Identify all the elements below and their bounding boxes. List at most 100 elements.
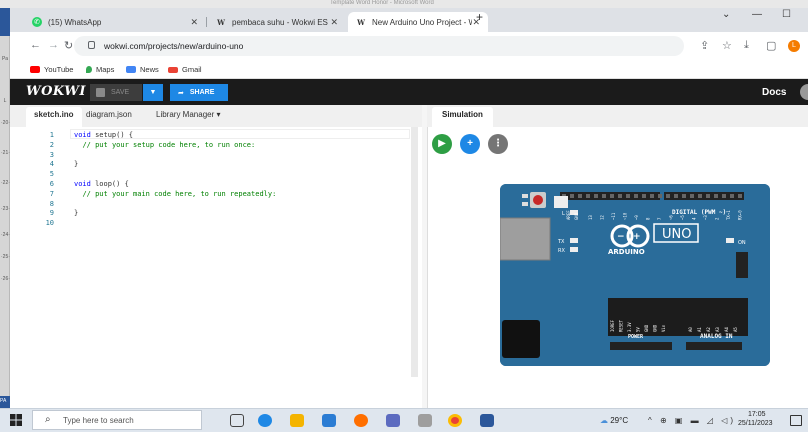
close-icon[interactable]: ✕ bbox=[330, 17, 338, 28]
download-icon[interactable]: ⤓ bbox=[744, 39, 749, 52]
ruler-mark: ·20· bbox=[1, 120, 10, 126]
line-number: 1 bbox=[49, 131, 54, 139]
task-view-icon[interactable] bbox=[230, 414, 244, 427]
share-button[interactable]: ➦ SHARE bbox=[170, 84, 228, 101]
tab-diagram-json[interactable]: diagram.json bbox=[86, 110, 132, 119]
code-line[interactable]: void setup() { bbox=[74, 131, 133, 139]
edge-icon[interactable] bbox=[258, 414, 272, 427]
arduino-uno-board[interactable]: − + UNO ARDUINO DIGITAL (PWM ~) ANALOG I… bbox=[499, 184, 770, 366]
back-icon[interactable]: ← bbox=[30, 39, 41, 51]
share-arrow-icon: ➦ bbox=[178, 89, 184, 97]
on-label: ON bbox=[738, 240, 746, 246]
save-label: SAVE bbox=[111, 89, 130, 96]
reload-icon[interactable]: ↻ bbox=[64, 39, 73, 52]
digital-pin-label: ~5 bbox=[680, 215, 685, 220]
code-line[interactable]: // put your main code here, to run repea… bbox=[74, 190, 276, 198]
bookmark-label: News bbox=[140, 65, 159, 74]
add-part-button[interactable]: + bbox=[460, 134, 480, 154]
aref-label: AREF bbox=[566, 210, 571, 220]
tab-simulation[interactable]: Simulation bbox=[432, 107, 493, 127]
close-icon[interactable]: ✕ bbox=[190, 17, 198, 28]
save-dropdown-button[interactable]: ▼ bbox=[143, 84, 163, 101]
docs-link[interactable]: Docs bbox=[762, 87, 786, 98]
side-panel-icon[interactable]: ▢ bbox=[766, 39, 776, 52]
power-header bbox=[610, 342, 672, 350]
more-options-button[interactable]: ⋮ bbox=[488, 134, 508, 154]
word-status-edge: PA bbox=[0, 396, 10, 408]
new-tab-button[interactable]: + bbox=[476, 10, 483, 24]
logo-minus: − bbox=[617, 232, 625, 242]
wokwi-icon: W bbox=[357, 17, 365, 27]
code-line[interactable]: void loop() { bbox=[74, 180, 129, 188]
maximize-icon[interactable]: ☐ bbox=[782, 9, 791, 20]
code-line[interactable]: } bbox=[74, 209, 78, 217]
browser-tab-whatsapp[interactable]: ✆ (15) WhatsApp ✕ bbox=[24, 12, 206, 32]
share-page-icon[interactable]: ⇪ bbox=[700, 39, 709, 52]
address-bar[interactable]: wokwi.com/projects/new/arduino-uno bbox=[74, 36, 684, 56]
browser-tab-new-arduino[interactable]: W New Arduino Uno Project - Wok... ✕ bbox=[348, 12, 488, 32]
taskbar-search-input[interactable]: ⌕ Type here to search bbox=[32, 410, 202, 430]
code-line[interactable]: // put your setup code here, to run once… bbox=[74, 141, 255, 149]
clock-time[interactable]: 17:05 bbox=[748, 411, 766, 418]
bookmark-news[interactable]: News bbox=[126, 65, 159, 74]
board-graphic: − + UNO ARDUINO DIGITAL (PWM ~) ANALOG I… bbox=[499, 184, 770, 366]
app-icon[interactable] bbox=[386, 414, 400, 427]
save-button[interactable]: SAVE bbox=[90, 84, 142, 101]
icsp-header bbox=[736, 252, 748, 278]
browser-tab-strip: ✆ (15) WhatsApp ✕ W pembaca suhu - Wokwi… bbox=[10, 8, 808, 32]
header-pin bbox=[594, 194, 598, 198]
url-text: wokwi.com/projects/new/arduino-uno bbox=[104, 41, 244, 51]
chrome-icon[interactable] bbox=[448, 414, 462, 427]
usb-connector bbox=[499, 217, 551, 261]
forward-icon[interactable]: → bbox=[48, 39, 59, 51]
analog-header bbox=[686, 342, 742, 350]
bookmark-maps[interactable]: Maps bbox=[86, 65, 114, 74]
power-pin-label: RESET bbox=[619, 319, 624, 332]
firefox-icon[interactable] bbox=[354, 414, 368, 427]
tab-sketch-ino[interactable]: sketch.ino bbox=[26, 107, 82, 127]
code-line[interactable]: } bbox=[74, 160, 78, 168]
bookmark-gmail[interactable]: Gmail bbox=[168, 65, 202, 74]
tab-library-manager[interactable]: Library Manager ▾ bbox=[156, 110, 221, 119]
tab-title: New Arduino Uno Project - Wok... bbox=[372, 17, 472, 27]
weather-widget[interactable]: ☁ 29°C bbox=[600, 416, 628, 425]
app-icon-2[interactable] bbox=[418, 414, 432, 427]
digital-pin-label: 13 bbox=[588, 215, 593, 220]
header-pin bbox=[658, 194, 662, 198]
tab-search-icon[interactable]: ⌄ bbox=[722, 9, 730, 20]
profile-avatar[interactable]: L bbox=[788, 40, 800, 52]
wokwi-logo[interactable]: WOKWI bbox=[26, 84, 86, 99]
header-pin bbox=[674, 194, 678, 198]
line-number: 4 bbox=[49, 160, 54, 169]
header-pin bbox=[738, 194, 742, 198]
header-pin bbox=[578, 194, 582, 198]
windows-start-icon[interactable] bbox=[10, 414, 22, 426]
system-tray-icons[interactable]: ^ ⊕ ▣ ▬ ◿ ◁) bbox=[648, 416, 736, 425]
analog-pin-label: A4 bbox=[724, 327, 729, 332]
start-simulation-button[interactable]: ▶ bbox=[432, 134, 452, 154]
plus-icon: + bbox=[467, 138, 473, 149]
bookmark-youtube[interactable]: YouTube bbox=[30, 65, 73, 74]
notification-icon[interactable] bbox=[790, 415, 802, 426]
digital-pin-label: RX←0 bbox=[738, 210, 743, 220]
editor-tab-strip: sketch.ino diagram.json Library Manager … bbox=[10, 105, 427, 127]
word-icon[interactable] bbox=[480, 414, 494, 427]
header-pin bbox=[610, 194, 614, 198]
editor-scrollbar[interactable] bbox=[411, 127, 418, 377]
analog-pin-label: A1 bbox=[697, 327, 702, 332]
ruler-mark: ·26· bbox=[1, 276, 10, 282]
line-number: 9 bbox=[49, 209, 54, 218]
digital-pin-label: ~10 bbox=[623, 212, 628, 220]
minimize-icon[interactable]: — bbox=[752, 9, 762, 20]
digital-label: DIGITAL (PWM ~) bbox=[672, 209, 726, 216]
store-icon[interactable] bbox=[290, 414, 304, 427]
gmail-icon bbox=[168, 66, 178, 73]
mail-icon[interactable] bbox=[322, 414, 336, 427]
ruler-mark: ·23· bbox=[1, 206, 10, 212]
wokwi-icon: W bbox=[217, 17, 225, 27]
browser-tab-pembaca-suhu[interactable]: W pembaca suhu - Wokwi ESP32, ... ✕ bbox=[208, 12, 346, 32]
l-label: L bbox=[562, 211, 565, 217]
header-pin bbox=[706, 194, 710, 198]
clock-date[interactable]: 25/11/2023 bbox=[738, 420, 773, 427]
bookmark-star-icon[interactable]: ☆ bbox=[722, 39, 732, 52]
